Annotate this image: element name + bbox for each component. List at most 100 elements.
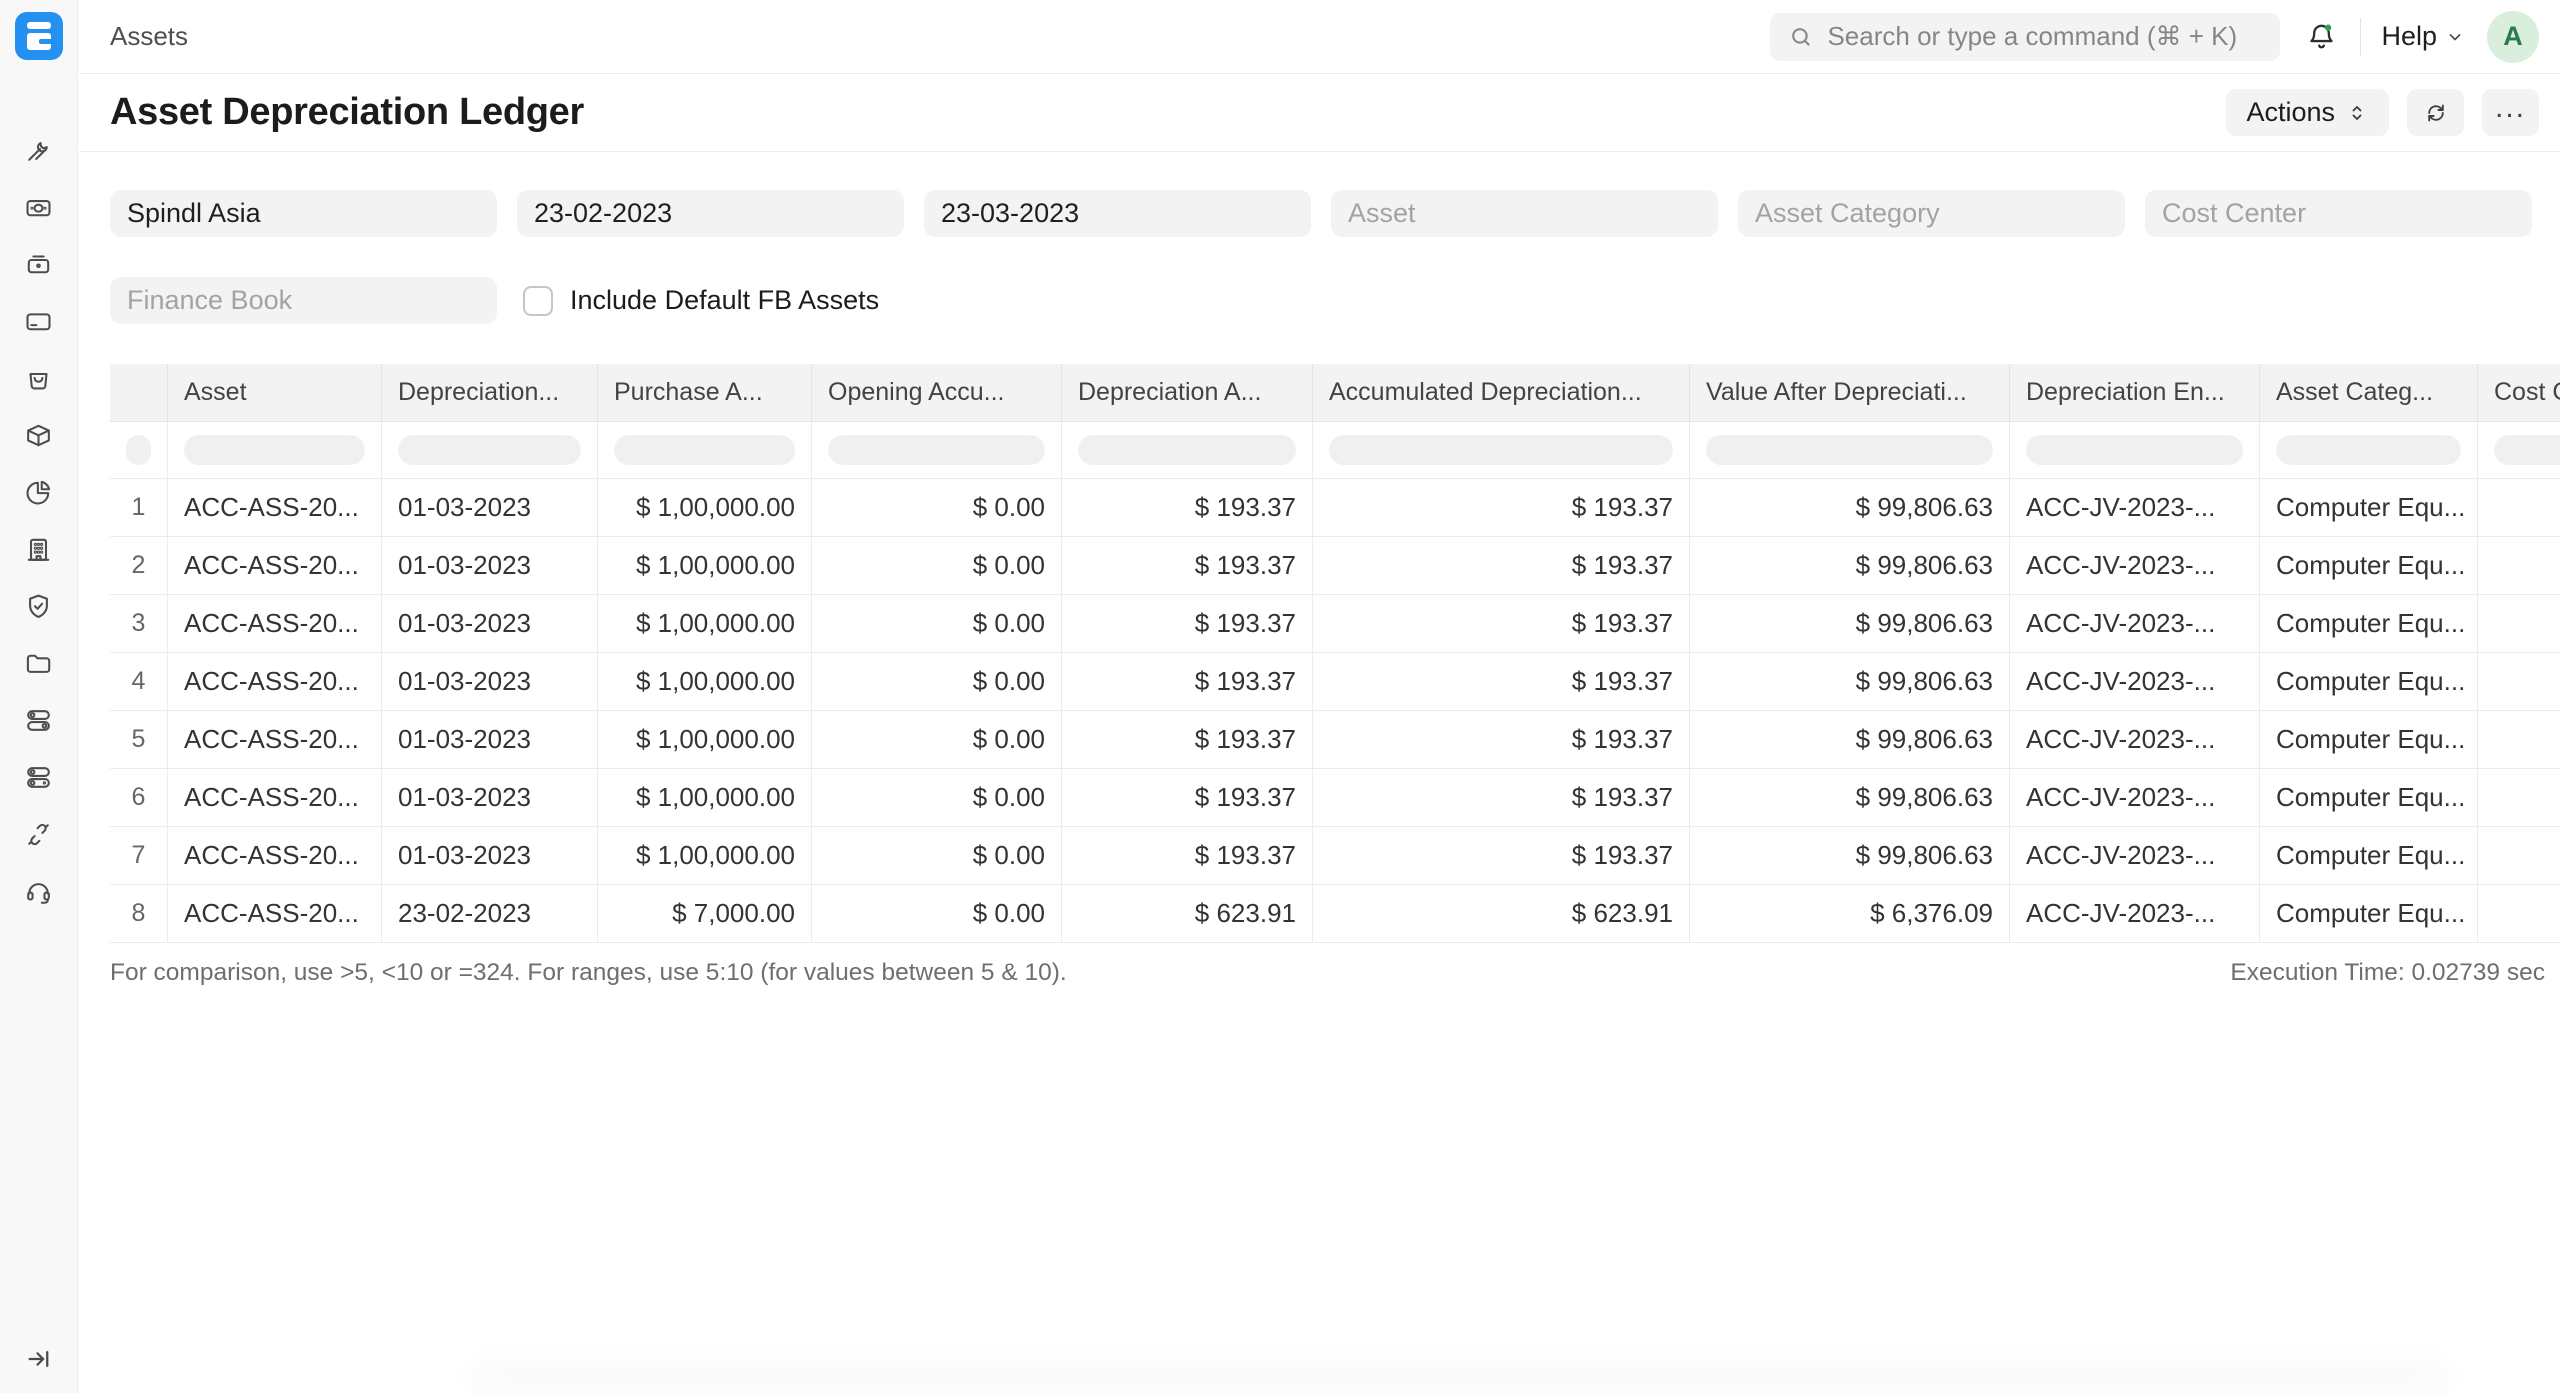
cell-cost_center[interactable] bbox=[2478, 711, 2560, 769]
cell-depreciation_entry[interactable]: ACC-JV-2023-... bbox=[2010, 653, 2260, 711]
cell-asset[interactable]: ACC-ASS-20... bbox=[168, 479, 382, 537]
column-filter-accumulated_depreciation[interactable] bbox=[1329, 435, 1673, 465]
column-filter-value_after_depreciation[interactable] bbox=[1706, 435, 1993, 465]
cell-asset[interactable]: ACC-ASS-20... bbox=[168, 537, 382, 595]
cell-depreciation_date[interactable]: 01-03-2023 bbox=[382, 827, 598, 885]
column-header-cost_center[interactable]: Cost Center bbox=[2478, 364, 2560, 422]
cell-accumulated_depreciation[interactable]: $ 193.37 bbox=[1313, 711, 1690, 769]
cell-opening_accumulated[interactable]: $ 0.00 bbox=[812, 711, 1062, 769]
cell-asset_category[interactable]: Computer Equ... bbox=[2260, 885, 2478, 943]
sidebar-item-bank-card[interactable] bbox=[11, 293, 67, 350]
more-options-button[interactable]: ... bbox=[2482, 89, 2539, 136]
column-header-accumulated_depreciation[interactable]: Accumulated Depreciation... bbox=[1313, 364, 1690, 422]
filter-finance-book[interactable]: Finance Book bbox=[110, 277, 497, 324]
column-filter-purchase_amount[interactable] bbox=[614, 435, 795, 465]
filter-cost-center[interactable]: Cost Center bbox=[2145, 190, 2532, 237]
sidebar-item-pie-chart[interactable] bbox=[11, 464, 67, 521]
filter-asset[interactable]: Asset bbox=[1331, 190, 1718, 237]
cell-value_after_depreciation[interactable]: $ 99,806.63 bbox=[1690, 827, 2010, 885]
column-filter-depreciation_date[interactable] bbox=[398, 435, 581, 465]
column-filter-asset[interactable] bbox=[184, 435, 365, 465]
sidebar-item-toggles-alt[interactable] bbox=[11, 749, 67, 806]
cell-opening_accumulated[interactable]: $ 0.00 bbox=[812, 479, 1062, 537]
sidebar-item-office-building[interactable] bbox=[11, 521, 67, 578]
cell-value_after_depreciation[interactable]: $ 99,806.63 bbox=[1690, 479, 2010, 537]
user-avatar[interactable]: A bbox=[2487, 11, 2539, 63]
cell-cost_center[interactable] bbox=[2478, 479, 2560, 537]
cell-accumulated_depreciation[interactable]: $ 193.37 bbox=[1313, 595, 1690, 653]
expand-sidebar-button[interactable] bbox=[24, 1344, 54, 1377]
cell-depreciation_date[interactable]: 01-03-2023 bbox=[382, 479, 598, 537]
cell-asset_category[interactable]: Computer Equ... bbox=[2260, 827, 2478, 885]
cell-purchase_amount[interactable]: $ 1,00,000.00 bbox=[598, 479, 812, 537]
column-header-purchase_amount[interactable]: Purchase A... bbox=[598, 364, 812, 422]
cell-value_after_depreciation[interactable]: $ 99,806.63 bbox=[1690, 769, 2010, 827]
cell-value_after_depreciation[interactable]: $ 99,806.63 bbox=[1690, 711, 2010, 769]
cell-value_after_depreciation[interactable]: $ 99,806.63 bbox=[1690, 653, 2010, 711]
sidebar-item-package-box[interactable] bbox=[11, 407, 67, 464]
cell-depreciation_amount[interactable]: $ 193.37 bbox=[1062, 537, 1313, 595]
cell-depreciation_date[interactable]: 01-03-2023 bbox=[382, 595, 598, 653]
column-header-asset_category[interactable]: Asset Categ... bbox=[2260, 364, 2478, 422]
cell-depreciation_entry[interactable]: ACC-JV-2023-... bbox=[2010, 711, 2260, 769]
include-default-fb-checkbox[interactable] bbox=[523, 286, 553, 316]
cell-depreciation_entry[interactable]: ACC-JV-2023-... bbox=[2010, 479, 2260, 537]
cell-asset_category[interactable]: Computer Equ... bbox=[2260, 653, 2478, 711]
cell-depreciation_date[interactable]: 23-02-2023 bbox=[382, 885, 598, 943]
cell-asset_category[interactable]: Computer Equ... bbox=[2260, 537, 2478, 595]
sidebar-item-toggles[interactable] bbox=[11, 692, 67, 749]
sidebar-item-shield-check[interactable] bbox=[11, 578, 67, 635]
cell-cost_center[interactable] bbox=[2478, 537, 2560, 595]
cell-asset[interactable]: ACC-ASS-20... bbox=[168, 711, 382, 769]
column-filter-opening_accumulated[interactable] bbox=[828, 435, 1045, 465]
filter-company[interactable]: Spindl Asia bbox=[110, 190, 497, 237]
cell-asset_category[interactable]: Computer Equ... bbox=[2260, 769, 2478, 827]
cell-purchase_amount[interactable]: $ 7,000.00 bbox=[598, 885, 812, 943]
cell-purchase_amount[interactable]: $ 1,00,000.00 bbox=[598, 827, 812, 885]
cell-purchase_amount[interactable]: $ 1,00,000.00 bbox=[598, 537, 812, 595]
cell-accumulated_depreciation[interactable]: $ 193.37 bbox=[1313, 537, 1690, 595]
breadcrumb[interactable]: Assets bbox=[110, 21, 188, 52]
cell-opening_accumulated[interactable]: $ 0.00 bbox=[812, 827, 1062, 885]
filter-from-date[interactable]: 23-02-2023 bbox=[517, 190, 904, 237]
cell-depreciation_entry[interactable]: ACC-JV-2023-... bbox=[2010, 769, 2260, 827]
cell-accumulated_depreciation[interactable]: $ 193.37 bbox=[1313, 479, 1690, 537]
sidebar-item-toolbox[interactable] bbox=[11, 236, 67, 293]
help-menu[interactable]: Help bbox=[2367, 21, 2479, 52]
cell-purchase_amount[interactable]: $ 1,00,000.00 bbox=[598, 595, 812, 653]
cell-accumulated_depreciation[interactable]: $ 193.37 bbox=[1313, 653, 1690, 711]
actions-button[interactable]: Actions bbox=[2226, 89, 2389, 136]
column-filter-depreciation_entry[interactable] bbox=[2026, 435, 2243, 465]
notifications-button[interactable] bbox=[2288, 12, 2354, 62]
cell-asset_category[interactable]: Computer Equ... bbox=[2260, 711, 2478, 769]
cell-value_after_depreciation[interactable]: $ 6,376.09 bbox=[1690, 885, 2010, 943]
cell-depreciation_amount[interactable]: $ 193.37 bbox=[1062, 479, 1313, 537]
filter-to-date[interactable]: 23-03-2023 bbox=[924, 190, 1311, 237]
filter-asset-category[interactable]: Asset Category bbox=[1738, 190, 2125, 237]
cell-depreciation_amount[interactable]: $ 193.37 bbox=[1062, 711, 1313, 769]
cell-accumulated_depreciation[interactable]: $ 193.37 bbox=[1313, 769, 1690, 827]
sidebar-item-headset[interactable] bbox=[11, 863, 67, 920]
cell-purchase_amount[interactable]: $ 1,00,000.00 bbox=[598, 653, 812, 711]
global-search-input[interactable]: Search or type a command (⌘ + K) bbox=[1770, 13, 2280, 61]
cell-asset[interactable]: ACC-ASS-20... bbox=[168, 827, 382, 885]
sidebar-item-shopping-bag[interactable] bbox=[11, 350, 67, 407]
column-header-depreciation_entry[interactable]: Depreciation En... bbox=[2010, 364, 2260, 422]
cell-cost_center[interactable] bbox=[2478, 885, 2560, 943]
cell-depreciation_amount[interactable]: $ 193.37 bbox=[1062, 827, 1313, 885]
cell-accumulated_depreciation[interactable]: $ 193.37 bbox=[1313, 827, 1690, 885]
cell-accumulated_depreciation[interactable]: $ 623.91 bbox=[1313, 885, 1690, 943]
column-header-depreciation_amount[interactable]: Depreciation A... bbox=[1062, 364, 1313, 422]
cell-depreciation_date[interactable]: 01-03-2023 bbox=[382, 537, 598, 595]
cell-depreciation_entry[interactable]: ACC-JV-2023-... bbox=[2010, 537, 2260, 595]
cell-asset[interactable]: ACC-ASS-20... bbox=[168, 885, 382, 943]
cell-cost_center[interactable] bbox=[2478, 827, 2560, 885]
cell-asset[interactable]: ACC-ASS-20... bbox=[168, 769, 382, 827]
sidebar-item-plug[interactable] bbox=[11, 806, 67, 863]
cell-depreciation_entry[interactable]: ACC-JV-2023-... bbox=[2010, 595, 2260, 653]
cell-asset[interactable]: ACC-ASS-20... bbox=[168, 653, 382, 711]
cell-depreciation_date[interactable]: 01-03-2023 bbox=[382, 653, 598, 711]
column-header-depreciation_date[interactable]: Depreciation... bbox=[382, 364, 598, 422]
select-all-control[interactable] bbox=[126, 435, 151, 465]
cell-value_after_depreciation[interactable]: $ 99,806.63 bbox=[1690, 595, 2010, 653]
